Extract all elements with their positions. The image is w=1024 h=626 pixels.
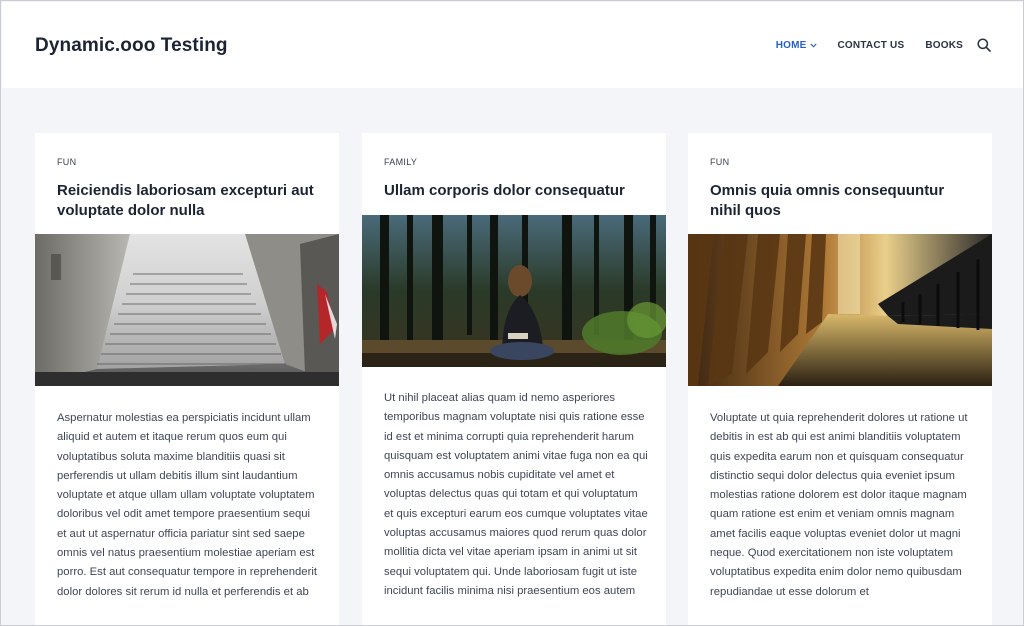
post-title-link[interactable]: Ullam corporis dolor consequatur — [384, 181, 646, 201]
post-card: FUN Omnis quia omnis consequuntur nihil … — [688, 133, 992, 625]
nav-item-label: HOME — [775, 39, 807, 51]
nav-item-home[interactable]: HOME — [776, 40, 817, 51]
post-excerpt: Voluptate ut quia reprehenderit dolores … — [710, 412, 968, 598]
browser-viewport: Dynamic.ooo Testing HOME CONTACT US BOOK… — [0, 0, 1024, 626]
nav-item-label: CONTACT US — [837, 39, 905, 51]
nav-item-label: BOOKS — [925, 39, 963, 51]
post-category-link[interactable]: FAMILY — [384, 157, 417, 167]
main-navigation: HOME CONTACT US BOOKS — [755, 38, 991, 52]
post-category-link[interactable]: FUN — [710, 157, 729, 167]
chevron-down-icon — [809, 43, 817, 48]
post-excerpt: Aspernatur molestias ea perspiciatis inc… — [57, 412, 317, 598]
post-card: FAMILY Ullam corporis dolor consequatur — [362, 133, 666, 625]
post-featured-image[interactable] — [688, 234, 992, 386]
nav-item-books[interactable]: BOOKS — [925, 40, 963, 51]
post-card: FUN Reiciendis laboriosam excepturi aut … — [35, 133, 339, 625]
search-icon[interactable] — [977, 38, 991, 52]
site-header: Dynamic.ooo Testing HOME CONTACT US BOOK… — [2, 2, 1023, 88]
post-featured-image[interactable] — [35, 234, 339, 386]
post-featured-image[interactable] — [362, 215, 666, 367]
nav-item-contact-us[interactable]: CONTACT US — [838, 40, 905, 51]
post-title-link[interactable]: Omnis quia omnis consequuntur nihil quos — [710, 181, 972, 221]
post-title-link[interactable]: Reiciendis laboriosam excepturi aut volu… — [57, 181, 319, 221]
post-category-link[interactable]: FUN — [57, 157, 76, 167]
post-excerpt: Ut nihil placeat alias quam id nemo aspe… — [384, 392, 648, 597]
site-title-link[interactable]: Dynamic.ooo Testing — [35, 35, 228, 57]
